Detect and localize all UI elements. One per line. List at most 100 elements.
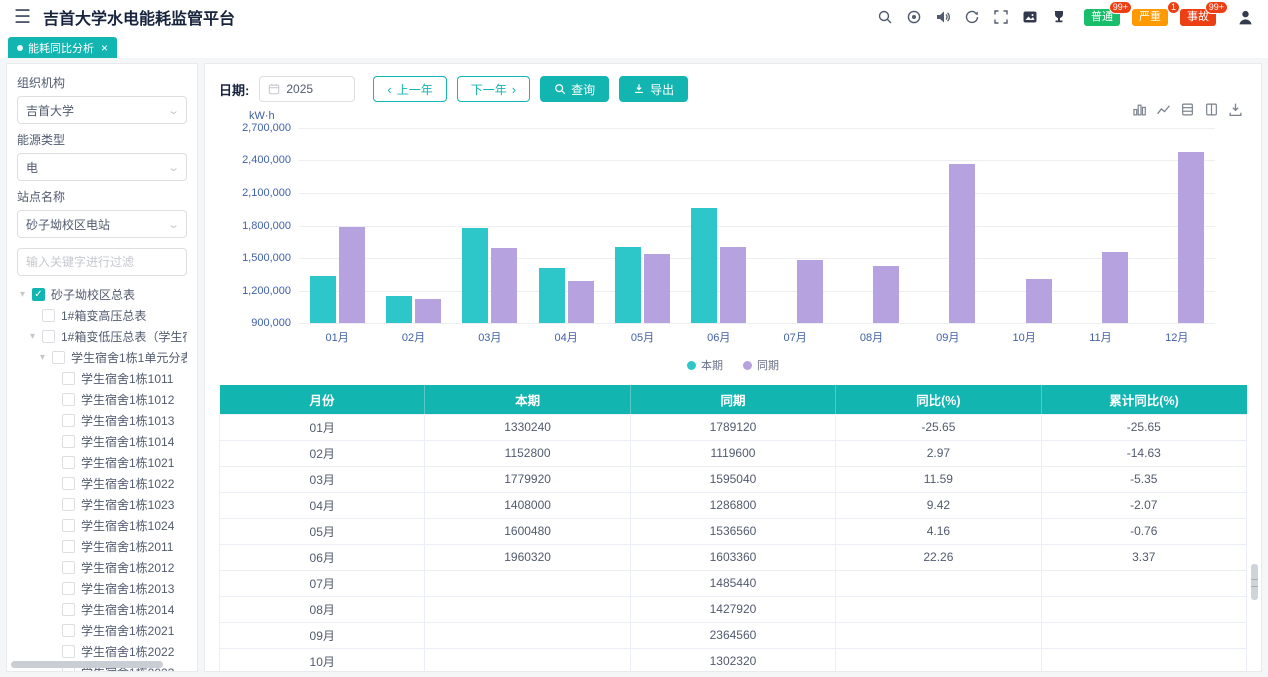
caret-down-icon[interactable]: ▾	[20, 289, 32, 300]
legend-item[interactable]: 本期	[687, 357, 723, 373]
energy-type-select[interactable]: 电 ⌄	[17, 153, 187, 181]
query-button[interactable]: 查询	[540, 76, 609, 102]
tree-leaf[interactable]: 学生宿舍1栋1012	[17, 389, 187, 410]
tree-leaf[interactable]: 学生宿舍1栋1021	[17, 452, 187, 473]
tree-leaf[interactable]: 学生宿舍1栋1023	[17, 494, 187, 515]
bar-same-period	[873, 266, 899, 323]
energy-type-label: 能源类型	[17, 131, 187, 148]
x-axis-label: 11月	[1062, 329, 1138, 345]
line-chart-toggle-icon[interactable]	[1156, 102, 1171, 117]
trophy-icon[interactable]	[1051, 9, 1067, 25]
target-icon[interactable]	[906, 9, 922, 25]
checkbox[interactable]	[42, 330, 55, 343]
legend-item[interactable]: 同期	[743, 357, 779, 373]
checkbox[interactable]	[62, 519, 75, 532]
tree-leaf[interactable]: 学生宿舍1栋1024	[17, 515, 187, 536]
org-select-value: 吉首大学	[26, 102, 74, 119]
calendar-icon	[268, 83, 280, 95]
x-axis-label: 06月	[681, 329, 757, 345]
x-axis-label: 03月	[452, 329, 528, 345]
checkbox[interactable]: ✓	[32, 288, 45, 301]
alarm-badges: 普通99+ 严重1 事故99+	[1080, 9, 1224, 26]
checkbox[interactable]	[62, 624, 75, 637]
app-header: ☰ 吉首大学水电能耗监管平台 普通99+严重1事故99+	[0, 0, 1268, 34]
image-icon[interactable]	[1022, 9, 1038, 25]
alarm-badge-0[interactable]: 普通99+	[1084, 9, 1120, 26]
tree-leaf[interactable]: 学生宿舍1栋2022	[17, 641, 187, 662]
checkbox[interactable]	[52, 351, 65, 364]
table-cell: 03月	[220, 466, 425, 492]
checkbox[interactable]	[62, 645, 75, 658]
hamburger-menu-icon[interactable]: ☰	[14, 8, 31, 27]
table-row: 06月1960320160336022.263.37	[220, 544, 1247, 570]
fullscreen-icon[interactable]	[993, 9, 1009, 25]
prev-year-button[interactable]: ‹ 上一年	[373, 76, 446, 102]
tree-item-label: 学生宿舍1栋2021	[81, 622, 174, 639]
x-axis-labels: 01月02月03月04月05月06月07月08月09月10月11月12月	[299, 329, 1215, 345]
tree-node[interactable]: ▾学生宿舍1栋1单元分表	[17, 347, 187, 368]
tree-filter-input[interactable]	[17, 248, 187, 276]
checkbox[interactable]	[62, 414, 75, 427]
main-panel: 日期: 2025 ‹ 上一年 下一年 › 查询	[204, 63, 1262, 672]
checkbox[interactable]	[62, 393, 75, 406]
next-year-button[interactable]: 下一年 ›	[457, 76, 530, 102]
tree-leaf[interactable]: 学生宿舍1栋2014	[17, 599, 187, 620]
x-axis-label: 05月	[604, 329, 680, 345]
tree-leaf[interactable]: 学生宿舍1栋2021	[17, 620, 187, 641]
checkbox[interactable]	[62, 498, 75, 511]
bar-chart-toggle-icon[interactable]	[1132, 102, 1147, 117]
user-icon[interactable]	[1237, 9, 1254, 26]
x-axis-label: 10月	[986, 329, 1062, 345]
checkbox[interactable]	[62, 540, 75, 553]
search-icon[interactable]	[877, 9, 893, 25]
caret-down-icon[interactable]: ▾	[30, 331, 42, 342]
checkbox[interactable]	[62, 372, 75, 385]
tree-leaf[interactable]: 学生宿舍1栋1011	[17, 368, 187, 389]
table-cell: 02月	[220, 440, 425, 466]
bar-same-period	[1178, 152, 1204, 323]
bar-group	[681, 128, 757, 323]
tree-leaf[interactable]: 1#箱变高压总表	[17, 305, 187, 326]
checkbox[interactable]	[62, 477, 75, 490]
sidebar-horizontal-scrollbar[interactable]	[11, 661, 163, 668]
station-select-value: 砂子坳校区电站	[26, 216, 110, 233]
tree-leaf[interactable]: 学生宿舍1栋1022	[17, 473, 187, 494]
table-vertical-scrollbar[interactable]	[1251, 564, 1258, 600]
tab-energy-yoy-analysis[interactable]: 能耗同比分析 ×	[8, 37, 117, 58]
stack-toggle-icon[interactable]	[1180, 102, 1195, 117]
table-cell: 1536560	[630, 518, 835, 544]
checkbox[interactable]	[62, 435, 75, 448]
table-cell: 2364560	[630, 622, 835, 648]
table-header-cell: 同比(%)	[836, 385, 1041, 414]
checkbox[interactable]	[42, 309, 55, 322]
org-select[interactable]: 吉首大学 ⌄	[17, 96, 187, 124]
station-select[interactable]: 砂子坳校区电站 ⌄	[17, 210, 187, 238]
tree-leaf[interactable]: 学生宿舍1栋2012	[17, 557, 187, 578]
bar-same-period	[720, 247, 746, 323]
year-input[interactable]: 2025	[259, 76, 355, 102]
bar-group	[375, 128, 451, 323]
tab-bar: 能耗同比分析 ×	[0, 34, 1268, 58]
alarm-badge-2[interactable]: 事故99+	[1180, 9, 1216, 26]
tile-toggle-icon[interactable]	[1204, 102, 1219, 117]
tab-close-icon[interactable]: ×	[101, 41, 108, 55]
caret-down-icon[interactable]: ▾	[40, 352, 52, 363]
tree-node[interactable]: ▾✓砂子坳校区总表	[17, 284, 187, 305]
export-button[interactable]: 导出	[619, 76, 688, 102]
alarm-badge-1[interactable]: 严重1	[1132, 9, 1168, 26]
tree-node[interactable]: ▾1#箱变低压总表（学生宿舍1,2,9栋）	[17, 326, 187, 347]
refresh-icon[interactable]	[964, 9, 980, 25]
tree-leaf[interactable]: 学生宿舍1栋1014	[17, 431, 187, 452]
checkbox[interactable]	[62, 561, 75, 574]
tree-leaf[interactable]: 学生宿舍1栋2013	[17, 578, 187, 599]
checkbox[interactable]	[62, 582, 75, 595]
tree-leaf[interactable]: 学生宿舍1栋2011	[17, 536, 187, 557]
checkbox[interactable]	[62, 603, 75, 616]
year-input-value: 2025	[286, 82, 313, 96]
bar-current-period	[310, 276, 336, 323]
checkbox[interactable]	[62, 456, 75, 469]
chart-plot-area: 2,700,0002,400,0002,100,0001,800,0001,50…	[299, 128, 1215, 324]
volume-icon[interactable]	[935, 9, 951, 25]
tree-leaf[interactable]: 学生宿舍1栋1013	[17, 410, 187, 431]
save-image-icon[interactable]	[1228, 102, 1243, 117]
